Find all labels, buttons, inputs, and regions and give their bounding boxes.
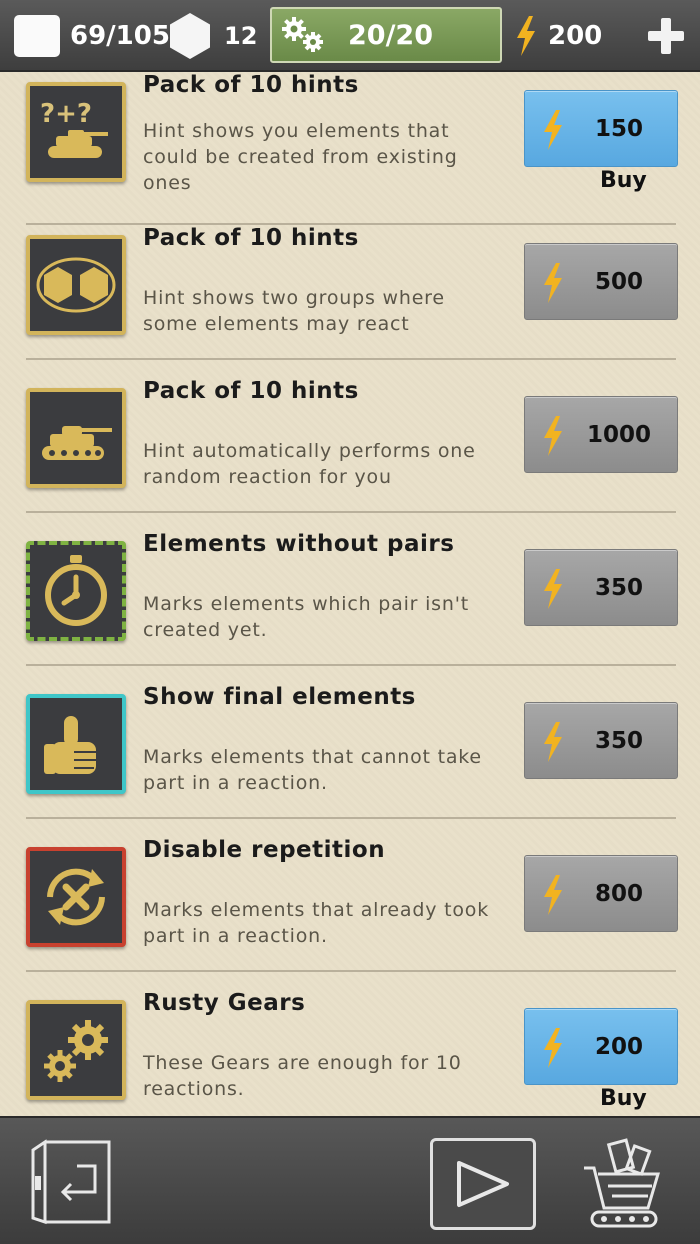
shop-cart-icon <box>584 1138 661 1228</box>
price-button[interactable]: 150 <box>524 90 678 167</box>
list-item: Disable repetition Marks elements that a… <box>0 819 700 972</box>
item-description: Hint shows you elements that could be cr… <box>143 120 458 194</box>
item-title: Show final elements <box>143 684 416 710</box>
lightning-icon <box>517 16 535 56</box>
item-title: Pack of 10 hints <box>143 225 359 251</box>
list-item: Rusty Gears These Gears are enough for 1… <box>0 972 700 1116</box>
price-value: 350 <box>594 574 643 601</box>
lightning-icon <box>544 263 562 303</box>
item-description: These Gears are enough for 10 reactions. <box>143 1052 462 1100</box>
energy-counter: 200 <box>514 0 602 72</box>
elements-counter: 69/105 <box>14 0 170 72</box>
item-description: Hint shows two groups where some element… <box>143 287 445 335</box>
price-value: 800 <box>594 880 643 907</box>
stopwatch-icon <box>26 541 126 641</box>
list-item: ?+? Pack of 10 hints Hint shows you elem… <box>0 72 700 225</box>
exit-button[interactable] <box>24 1136 116 1228</box>
item-title: Pack of 10 hints <box>143 378 359 404</box>
play-icon <box>457 1161 509 1207</box>
shop-button[interactable] <box>578 1134 670 1234</box>
elements-count: 69/105 <box>70 21 170 51</box>
price-button[interactable]: 800 <box>524 855 678 932</box>
shop-list[interactable]: ?+? Pack of 10 hints Hint shows you elem… <box>0 72 700 1116</box>
top-bar: 69/105 12 20/20 200 <box>0 0 700 72</box>
energy-value: 200 <box>548 21 603 51</box>
price-value: 500 <box>594 268 643 295</box>
item-title: Disable repetition <box>143 837 386 863</box>
price-value: 200 <box>594 1033 643 1060</box>
price-value: 350 <box>594 727 643 754</box>
item-title: Pack of 10 hints <box>143 72 359 98</box>
tank-icon <box>26 388 126 488</box>
item-description: Marks elements which pair isn't created … <box>143 593 469 641</box>
item-description: Marks elements that cannot take part in … <box>143 746 482 794</box>
list-item: Show final elements Marks elements that … <box>0 666 700 819</box>
svg-text:?+?: ?+? <box>40 99 92 129</box>
list-item: Pack of 10 hints Hint automatically perf… <box>0 360 700 513</box>
gears-icon <box>26 1000 126 1100</box>
play-button[interactable] <box>430 1138 536 1230</box>
price-button[interactable]: 350 <box>524 549 678 626</box>
lightning-icon <box>544 110 562 150</box>
item-title: Elements without pairs <box>143 531 455 557</box>
hex-count: 12 <box>224 22 258 50</box>
lightning-icon <box>544 722 562 762</box>
gears-value: 20/20 <box>348 19 434 51</box>
hexagon-icon <box>170 13 210 59</box>
thumbs-up-icon <box>26 694 126 794</box>
list-item: Elements without pairs Marks elements wh… <box>0 513 700 666</box>
item-title: Rusty Gears <box>143 990 306 1016</box>
no-repeat-icon <box>26 847 126 947</box>
add-energy-plus-icon[interactable] <box>648 18 684 54</box>
lightning-icon <box>544 416 562 456</box>
price-button[interactable]: 500 <box>524 243 678 320</box>
lightning-icon <box>544 875 562 915</box>
hex-counter: 12 <box>168 0 257 72</box>
two-hexagons-icon <box>26 235 126 335</box>
buy-label[interactable]: Buy <box>600 168 647 193</box>
price-value: 150 <box>594 115 643 142</box>
lightning-icon <box>544 569 562 609</box>
exit-door-icon <box>31 1139 111 1225</box>
bottom-bar <box>0 1116 700 1244</box>
list-item: Pack of 10 hints Hint shows two groups w… <box>0 207 700 360</box>
element-square-icon <box>14 15 60 57</box>
price-button[interactable]: 200 <box>524 1008 678 1085</box>
gears-icon <box>282 17 323 52</box>
price-value: 1000 <box>586 421 651 448</box>
item-description: Hint automatically performs one random r… <box>143 440 476 488</box>
price-button[interactable]: 1000 <box>524 396 678 473</box>
buy-label[interactable]: Buy <box>600 1086 647 1111</box>
lightning-icon <box>544 1028 562 1068</box>
question-tank-icon: ?+? <box>26 82 126 182</box>
price-button[interactable]: 350 <box>524 702 678 779</box>
gears-meter[interactable]: 20/20 <box>270 7 502 63</box>
item-description: Marks elements that already took part in… <box>143 899 489 947</box>
